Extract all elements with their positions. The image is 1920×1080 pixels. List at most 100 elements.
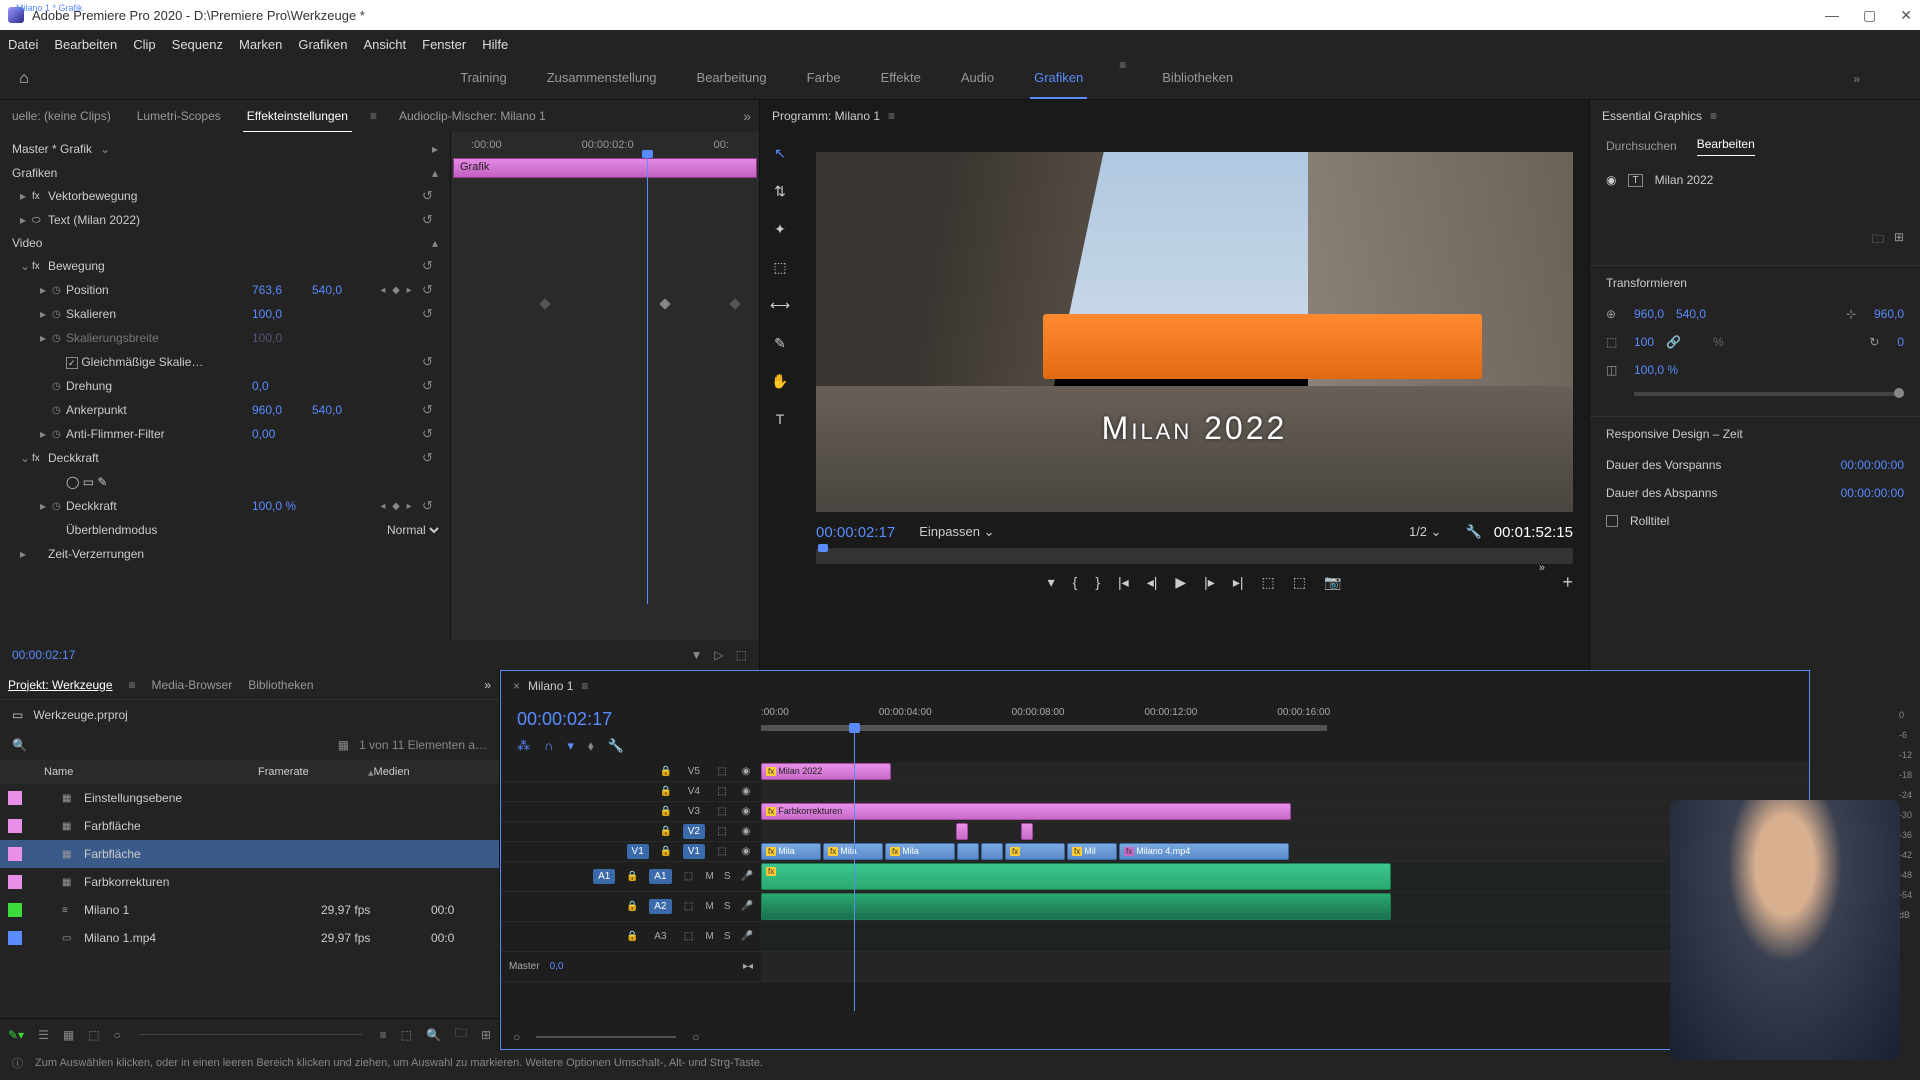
mark-icon[interactable]: { bbox=[1073, 574, 1078, 590]
ws-bibliotheken[interactable]: Bibliotheken bbox=[1158, 58, 1237, 99]
wrench-icon[interactable]: 🔧 bbox=[1466, 524, 1482, 540]
reset-icon[interactable]: ↺ bbox=[422, 426, 442, 442]
prop-text[interactable]: Text (Milan 2022) bbox=[48, 213, 422, 227]
new-folder-icon[interactable]: 🗀 bbox=[1872, 230, 1884, 251]
panel-menu-icon[interactable]: ≡ bbox=[581, 679, 588, 693]
eg-pos-y[interactable]: 540,0 bbox=[1676, 307, 1706, 321]
reset-icon[interactable]: ↺ bbox=[422, 402, 442, 418]
mask-tools[interactable]: ◯ ▭ ✎ bbox=[66, 475, 442, 489]
clip-v1[interactable]: fxMila bbox=[823, 843, 883, 860]
track-v5[interactable]: fxMilan 2022 bbox=[761, 762, 1809, 782]
track-v4[interactable] bbox=[761, 782, 1809, 802]
pen-tool[interactable]: ✦ bbox=[767, 216, 793, 242]
anchor-y[interactable]: 540,0 bbox=[312, 403, 372, 417]
collapse-icon[interactable]: ▴ bbox=[432, 166, 438, 180]
ws-bearbeitung[interactable]: Bearbeitung bbox=[693, 58, 771, 99]
maximize-button[interactable]: ▢ bbox=[1863, 7, 1876, 24]
clip-marker[interactable] bbox=[956, 823, 968, 840]
eg-tab-edit[interactable]: Bearbeiten bbox=[1697, 137, 1755, 156]
eg-scale[interactable]: 100 bbox=[1634, 335, 1654, 349]
extract-icon[interactable]: ⬚ bbox=[1293, 574, 1306, 591]
reset-icon[interactable]: ↺ bbox=[422, 354, 442, 370]
hand-tool[interactable]: ✋ bbox=[767, 368, 793, 394]
program-screen[interactable]: Milan 2022 bbox=[816, 152, 1573, 512]
flicker-value[interactable]: 0,00 bbox=[252, 427, 312, 441]
new-layer-icon[interactable]: ⊞ bbox=[1894, 230, 1904, 251]
eg-opacity[interactable]: 100,0 % bbox=[1634, 363, 1678, 377]
opacity-value[interactable]: 100,0 % bbox=[252, 499, 312, 513]
layer-name[interactable]: Milan 2022 bbox=[1655, 173, 1714, 187]
clip-v1[interactable]: fxMila bbox=[761, 843, 821, 860]
tab-libraries[interactable]: Bibliotheken bbox=[248, 678, 313, 692]
track-v3[interactable]: fxFarbkorrekturen bbox=[761, 802, 1809, 822]
find-icon[interactable]: 🔍 bbox=[426, 1028, 441, 1042]
add-button[interactable]: + bbox=[1562, 572, 1573, 593]
minimize-button[interactable]: — bbox=[1825, 7, 1839, 24]
close-button[interactable]: ✕ bbox=[1900, 7, 1912, 24]
track-v1[interactable]: fxMila fxMila fxMila fx fxMil fxMilano 4… bbox=[761, 842, 1809, 862]
clip-farbkorrekturen[interactable]: fxFarbkorrekturen bbox=[761, 803, 1291, 820]
keyframe-diamond[interactable] bbox=[729, 298, 740, 309]
tab-audio-mixer[interactable]: Audioclip-Mischer: Milano 1 bbox=[395, 101, 550, 131]
keyframe-nav[interactable]: ◂ ◆ ▸ bbox=[372, 501, 422, 512]
clip-v1[interactable]: fxMil bbox=[1067, 843, 1117, 860]
menu-clip[interactable]: Clip bbox=[133, 37, 155, 52]
vertical-tool[interactable]: ⇅ bbox=[767, 178, 793, 204]
align-tool[interactable]: ⟷ bbox=[767, 292, 793, 318]
zoom-dropdown[interactable]: 1/2 ⌄ bbox=[1409, 524, 1442, 540]
filter-icon[interactable]: ▼ bbox=[691, 648, 703, 662]
workspace-overflow[interactable]: » bbox=[1853, 72, 1860, 86]
menu-ansicht[interactable]: Ansicht bbox=[363, 37, 406, 52]
mic-icon[interactable]: 🎤 bbox=[741, 871, 753, 882]
tab-lumetri[interactable]: Lumetri-Scopes bbox=[133, 101, 225, 131]
sequence-name[interactable]: Milano 1 bbox=[528, 679, 573, 693]
tool-icon[interactable]: ⬚ bbox=[736, 648, 747, 662]
prop-zeit[interactable]: Zeit-Verzerrungen bbox=[48, 547, 442, 561]
clip-audio[interactable]: fx bbox=[761, 863, 1391, 890]
mark-in-icon[interactable]: ▾ bbox=[1048, 574, 1055, 591]
close-sequence[interactable]: × bbox=[513, 679, 520, 693]
track-a1[interactable]: fx bbox=[761, 862, 1809, 892]
timeline-timecode[interactable]: 00:00:02:17 bbox=[517, 709, 745, 730]
play-icon[interactable]: ▸ bbox=[432, 142, 438, 156]
menu-sequenz[interactable]: Sequenz bbox=[172, 37, 223, 52]
clip-title[interactable]: fxMilan 2022 bbox=[761, 763, 891, 780]
reset-icon[interactable]: ↺ bbox=[422, 258, 442, 274]
effect-clip-name[interactable]: Milano 1 * Grafik bbox=[12, 132, 87, 640]
effect-playhead[interactable] bbox=[647, 154, 648, 604]
settings-icon[interactable]: ⬧ bbox=[588, 738, 594, 754]
sort-icon[interactable]: ≡ bbox=[380, 1028, 387, 1042]
step-back-icon[interactable]: ◂| bbox=[1147, 574, 1158, 591]
keyframe-diamond[interactable] bbox=[659, 298, 670, 309]
tab-effect-controls[interactable]: Effekteinstellungen bbox=[243, 101, 352, 132]
track-v2[interactable] bbox=[761, 822, 1809, 842]
clip-v1[interactable]: fxMila bbox=[885, 843, 955, 860]
export-frame-icon[interactable]: 📷 bbox=[1324, 574, 1341, 591]
src-v1[interactable]: V1 bbox=[627, 844, 649, 859]
chevron-down-icon[interactable]: ⌄ bbox=[100, 142, 110, 156]
position-x[interactable]: 763,6 bbox=[252, 283, 312, 297]
tool-icon[interactable]: ▷ bbox=[714, 648, 723, 662]
ws-farbe[interactable]: Farbe bbox=[803, 58, 845, 99]
zoom-slider-icon[interactable]: ○ bbox=[114, 1028, 121, 1042]
clip-v1[interactable]: fxMilano 4.mp4 bbox=[1119, 843, 1289, 860]
menu-hilfe[interactable]: Hilfe bbox=[482, 37, 508, 52]
effect-timeline-clip[interactable]: Grafik bbox=[453, 158, 757, 178]
blend-mode-select[interactable]: Normal bbox=[383, 522, 442, 538]
fit-dropdown[interactable]: Einpassen ⌄ bbox=[919, 524, 994, 540]
ws-zusammenstellung[interactable]: Zusammenstellung bbox=[543, 58, 661, 99]
selection-tool[interactable]: ↖ bbox=[767, 140, 793, 166]
menu-marken[interactable]: Marken bbox=[239, 37, 282, 52]
panel-overflow[interactable]: » bbox=[484, 678, 491, 692]
expand-icon[interactable]: » bbox=[1539, 562, 1545, 574]
panel-menu-icon[interactable]: ≡ bbox=[888, 109, 895, 123]
reset-icon[interactable]: ↺ bbox=[422, 188, 442, 204]
scale-value[interactable]: 100,0 bbox=[252, 307, 312, 321]
pen-tool[interactable]: ✎ bbox=[767, 330, 793, 356]
go-to-in-icon[interactable]: |◂ bbox=[1118, 574, 1129, 591]
rect-tool[interactable]: ⬚ bbox=[767, 254, 793, 280]
lift-icon[interactable]: ⬚ bbox=[1261, 574, 1274, 591]
new-bin-icon[interactable]: 🗀 bbox=[455, 1024, 467, 1045]
reset-icon[interactable]: ↺ bbox=[422, 498, 442, 514]
panel-overflow[interactable]: » bbox=[743, 108, 751, 124]
